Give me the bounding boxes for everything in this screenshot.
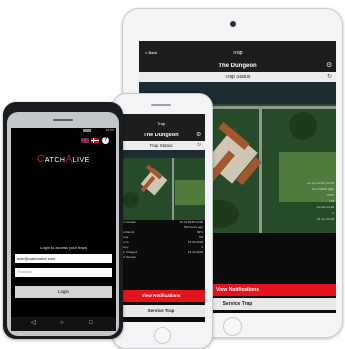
status-time: 14:09	[105, 129, 114, 132]
service-trap-button[interactable]: Service Trap	[117, 305, 205, 317]
android-nav-bar: ◁ ○ □	[11, 317, 116, 331]
back-icon[interactable]: ◁	[31, 320, 36, 326]
recents-icon[interactable]: □	[89, 320, 93, 326]
iphone-screen: Trap The Dungeon ⚙ Trap Status ↻ ↑ Last …	[117, 114, 205, 322]
info-line: 22.12.2018 14:08	[306, 182, 334, 185]
info-value: 510 hours ago	[183, 226, 203, 229]
iphone-home-button[interactable]	[154, 327, 171, 344]
satellite-map[interactable]: ↑	[117, 150, 205, 220]
view-notifications-button[interactable]: View Notifications	[117, 290, 205, 302]
login-button[interactable]: Login	[15, 286, 112, 298]
iphone-nav-bar: Trap	[117, 119, 205, 130]
info-value: Off	[199, 236, 203, 239]
trap-status-section: Trap Status ↻	[139, 72, 336, 82]
android-status-bar: 14:09	[11, 128, 116, 134]
info-line: Off	[329, 200, 334, 203]
info-line: 99%	[326, 194, 334, 197]
info-value: 12.02.2018	[187, 241, 203, 244]
info-line: 12.02.2018	[316, 206, 334, 209]
android-screen: 14:09 ? CATCHALIVE Login to access your …	[11, 128, 116, 317]
ipad-home-button[interactable]	[223, 317, 242, 336]
info-value: 99%	[196, 231, 203, 234]
home-icon[interactable]: ○	[60, 320, 64, 326]
refresh-icon[interactable]: ↻	[327, 74, 332, 80]
uk-flag-icon[interactable]	[81, 138, 89, 143]
info-value: 22.12.2018 14:08	[179, 221, 203, 224]
iphone-speaker	[151, 104, 171, 106]
ipad-trap-header: The Dungeon ⚙	[139, 60, 336, 72]
section-title: Trap Status	[149, 143, 173, 148]
login-prompt: Login to access your traps	[40, 246, 87, 250]
info-value: 14.12.2018	[187, 251, 203, 254]
info-line: 14.12.2018	[316, 218, 334, 221]
email-field[interactable]: user@catchalive.com	[15, 254, 112, 263]
info-value: 1	[201, 246, 203, 249]
ipad-camera	[230, 21, 236, 27]
denmark-flag-icon[interactable]	[91, 138, 99, 143]
nav-title: Trap	[156, 122, 166, 126]
trap-name: The Dungeon	[143, 133, 179, 138]
help-icon[interactable]: ?	[102, 137, 109, 144]
brand-logo: CATCHALIVE	[37, 155, 90, 165]
info-line: 510 hours ago	[311, 188, 334, 191]
trap-info-list: Last Contact 22.12.2018 14:08 510 hours …	[117, 220, 205, 280]
trap-status-section: Trap Status ↻	[117, 141, 205, 150]
gear-icon[interactable]: ⚙	[196, 132, 201, 138]
trap-location-pin-icon[interactable]: ↑	[153, 166, 156, 172]
password-field[interactable]: Password	[15, 268, 112, 277]
section-title: Trap Status	[224, 75, 251, 80]
android-speaker	[53, 119, 73, 121]
ipad-nav-bar: < Back Trap	[139, 47, 336, 60]
trap-name: The Dungeon	[218, 63, 257, 69]
signal-icon	[83, 129, 91, 132]
info-overlay: 22.12.2018 14:08 510 hours ago 99% Off 1…	[271, 182, 334, 232]
gear-icon[interactable]: ⚙	[326, 62, 332, 69]
iphone-trap-header: The Dungeon ⚙	[117, 130, 205, 141]
refresh-icon[interactable]: ↻	[197, 143, 201, 148]
info-line: 1	[332, 212, 334, 215]
nav-title: Trap	[232, 51, 243, 56]
trap-location-pin-icon[interactable]: ↑	[233, 126, 237, 134]
